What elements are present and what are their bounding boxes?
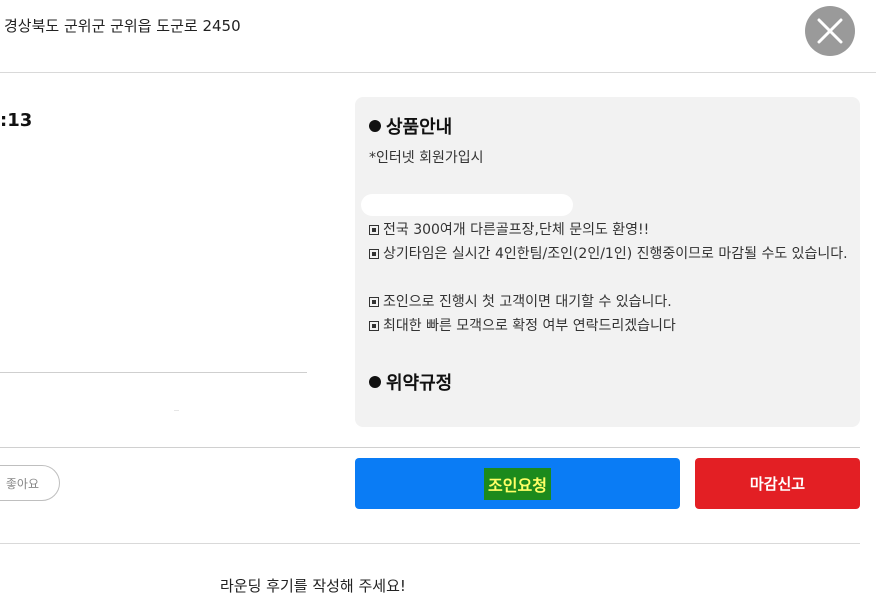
terms-title: 위약규정: [386, 373, 453, 394]
redacted-bar: [361, 194, 573, 216]
footer-divider: [0, 543, 860, 544]
info-line-1-text: 전국 300여개 다른골프장,단체 문의도 환영!!: [383, 222, 650, 238]
product-info-box: 상품안내 *인터넷 회원가입시 전국 300여개 다른골프장,단체 문의도 환영…: [355, 97, 860, 427]
info-line-2-text: 상기타임은 실시간 4인한팀/조인(2인/1인) 진행중이므로 마감될 수도 있…: [383, 246, 848, 262]
info-line-4: 최대한 빠른 모객으로 확정 여부 연락드리겠습니다: [369, 314, 851, 338]
review-prompt[interactable]: 라운딩 후기를 작성해 주세요!: [220, 575, 406, 596]
info-line-2: 상기타임은 실시간 4인한팀/조인(2인/1인) 진행중이므로 마감될 수도 있…: [369, 242, 851, 266]
info-line-1: 전국 300여개 다른골프장,단체 문의도 환영!!: [369, 218, 851, 242]
square-bullet-icon: [369, 249, 379, 259]
product-info-heading: 상품안내: [369, 113, 452, 139]
actions-divider: [0, 447, 860, 448]
info-line-3: 조인으로 진행시 첫 고객이면 대기할 수 있습니다.: [369, 290, 851, 314]
close-icon: [817, 18, 843, 44]
square-bullet-icon: [369, 225, 379, 235]
like-button[interactable]: 좋아요: [0, 465, 60, 501]
join-request-button[interactable]: 조인요청: [355, 458, 680, 509]
join-request-label: 조인요청: [484, 467, 551, 500]
info-line-4-text: 최대한 빠른 모객으로 확정 여부 연락드리겠습니다: [383, 318, 676, 334]
bullet-icon: [369, 376, 381, 388]
close-button[interactable]: [805, 6, 855, 56]
info-line-3-text: 조인으로 진행시 첫 고객이면 대기할 수 있습니다.: [383, 294, 672, 310]
tee-time: :13: [0, 110, 33, 131]
closing-report-button[interactable]: 마감신고: [695, 458, 860, 509]
square-bullet-icon: [369, 297, 379, 307]
course-address: 경상북도 군위군 군위읍 도군로 2450: [4, 17, 241, 35]
signup-note: *인터넷 회원가입시: [369, 150, 484, 166]
terms-heading: 위약규정: [369, 369, 452, 395]
header-divider: [0, 72, 876, 73]
square-bullet-icon: [369, 321, 379, 331]
left-divider: [0, 372, 307, 373]
faint-mark: [174, 410, 179, 411]
product-info-title: 상품안내: [386, 117, 453, 138]
bullet-icon: [369, 120, 381, 132]
